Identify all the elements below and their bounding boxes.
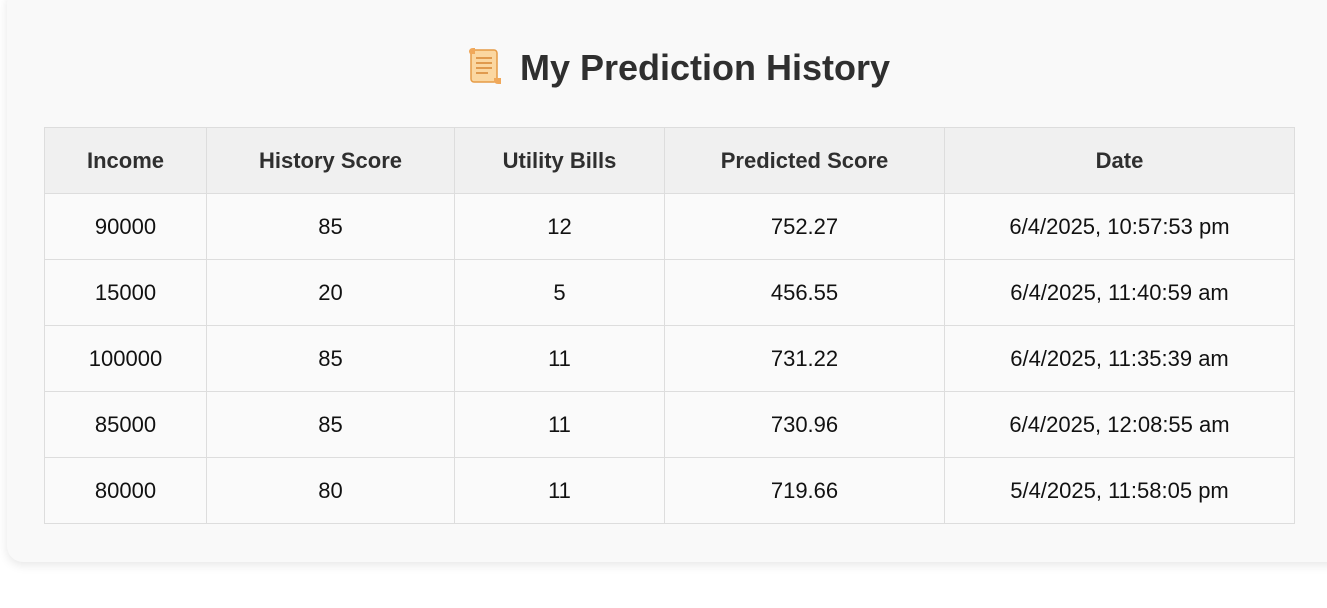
utility-bills-cell: 11	[454, 325, 665, 392]
column-header-predicted-score: Predicted Score	[664, 127, 945, 194]
table-row: 90000 85 12 752.27 6/4/2025, 10:57:53 pm	[44, 193, 1295, 260]
column-header-history-score: History Score	[206, 127, 455, 194]
table-header-row: Income History Score Utility Bills Predi…	[44, 127, 1295, 194]
utility-bills-cell: 5	[454, 259, 665, 326]
prediction-history-table: Income History Score Utility Bills Predi…	[44, 127, 1295, 524]
predicted-score-cell: 456.55	[664, 259, 945, 326]
column-header-utility-bills: Utility Bills	[454, 127, 665, 194]
history-score-cell: 85	[206, 391, 455, 458]
date-cell: 6/4/2025, 11:40:59 am	[944, 259, 1295, 326]
history-card: My Prediction History Income History Sco…	[7, 0, 1327, 562]
date-cell: 6/4/2025, 11:35:39 am	[944, 325, 1295, 392]
scroll-icon	[464, 46, 504, 95]
table-row: 15000 20 5 456.55 6/4/2025, 11:40:59 am	[44, 259, 1295, 326]
utility-bills-cell: 11	[454, 457, 665, 524]
history-score-cell: 85	[206, 193, 455, 260]
predicted-score-cell: 719.66	[664, 457, 945, 524]
history-score-cell: 85	[206, 325, 455, 392]
utility-bills-cell: 11	[454, 391, 665, 458]
history-score-cell: 20	[206, 259, 455, 326]
table-row: 85000 85 11 730.96 6/4/2025, 12:08:55 am	[44, 391, 1295, 458]
page-title-text: My Prediction History	[519, 47, 891, 88]
date-cell: 5/4/2025, 11:58:05 pm	[944, 457, 1295, 524]
table-row: 80000 80 11 719.66 5/4/2025, 11:58:05 pm	[44, 457, 1295, 524]
column-header-income: Income	[44, 127, 207, 194]
date-cell: 6/4/2025, 10:57:53 pm	[944, 193, 1295, 260]
utility-bills-cell: 12	[454, 193, 665, 260]
column-header-date: Date	[944, 127, 1295, 194]
page-title: My Prediction History	[7, 46, 1327, 95]
table-row: 100000 85 11 731.22 6/4/2025, 11:35:39 a…	[44, 325, 1295, 392]
history-score-cell: 80	[206, 457, 455, 524]
income-cell: 100000	[44, 325, 207, 392]
predicted-score-cell: 752.27	[664, 193, 945, 260]
income-cell: 80000	[44, 457, 207, 524]
predicted-score-cell: 730.96	[664, 391, 945, 458]
income-cell: 15000	[44, 259, 207, 326]
income-cell: 85000	[44, 391, 207, 458]
predicted-score-cell: 731.22	[664, 325, 945, 392]
income-cell: 90000	[44, 193, 207, 260]
date-cell: 6/4/2025, 12:08:55 am	[944, 391, 1295, 458]
